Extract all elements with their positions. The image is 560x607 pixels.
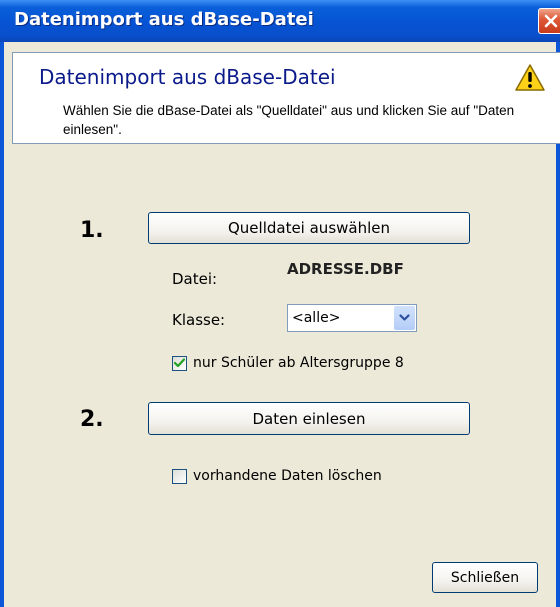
delete-existing-checkbox-label: vorhandene Daten löschen <box>193 468 382 484</box>
step-2-number: 2. <box>80 407 104 432</box>
file-value: ADRESSE.DBF <box>287 260 404 278</box>
title-bar[interactable]: Datenimport aus dBase-Datei <box>0 0 560 42</box>
class-label: Klasse: <box>172 311 226 329</box>
window-title: Datenimport aus dBase-Datei <box>14 9 314 30</box>
delete-existing-checkbox-row[interactable]: vorhandene Daten löschen <box>172 468 382 484</box>
select-source-file-button[interactable]: Quelldatei auswählen <box>148 212 470 244</box>
delete-existing-checkbox[interactable] <box>172 468 187 484</box>
file-label: Datei: <box>172 270 218 288</box>
read-data-button[interactable]: Daten einlesen <box>148 402 470 435</box>
dialog-window: Datenimport aus dBase-Datei Datenimport … <box>0 0 560 607</box>
students-age-checkbox-label: nur Schüler ab Altersgruppe 8 <box>193 355 404 371</box>
close-icon <box>544 14 558 28</box>
chevron-down-icon <box>399 314 410 321</box>
select-arrow[interactable] <box>394 306 415 330</box>
close-button[interactable] <box>538 8 560 34</box>
class-select-value: <alle> <box>292 310 341 326</box>
students-age-checkbox-row[interactable]: nur Schüler ab Altersgruppe 8 <box>172 355 404 371</box>
checkmark-icon <box>174 358 185 368</box>
students-age-checkbox[interactable] <box>172 355 187 371</box>
close-dialog-button[interactable]: Schließen <box>432 562 538 593</box>
step-1-number: 1. <box>80 218 104 243</box>
header-panel: Datenimport aus dBase-Datei Wählen Sie d… <box>12 52 560 144</box>
warning-icon <box>515 64 545 91</box>
class-select[interactable]: <alle> <box>287 304 417 332</box>
header-description: Wählen Sie die dBase-Datei als "Quelldat… <box>63 103 515 137</box>
header-title: Datenimport aus dBase-Datei <box>39 65 336 89</box>
